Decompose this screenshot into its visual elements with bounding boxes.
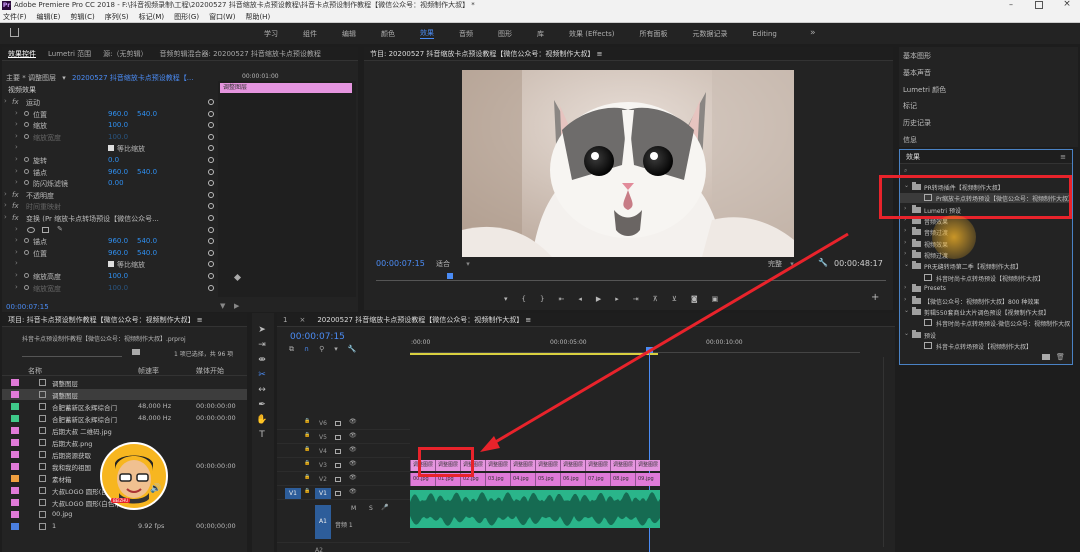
annotation-arrow [480,232,849,452]
